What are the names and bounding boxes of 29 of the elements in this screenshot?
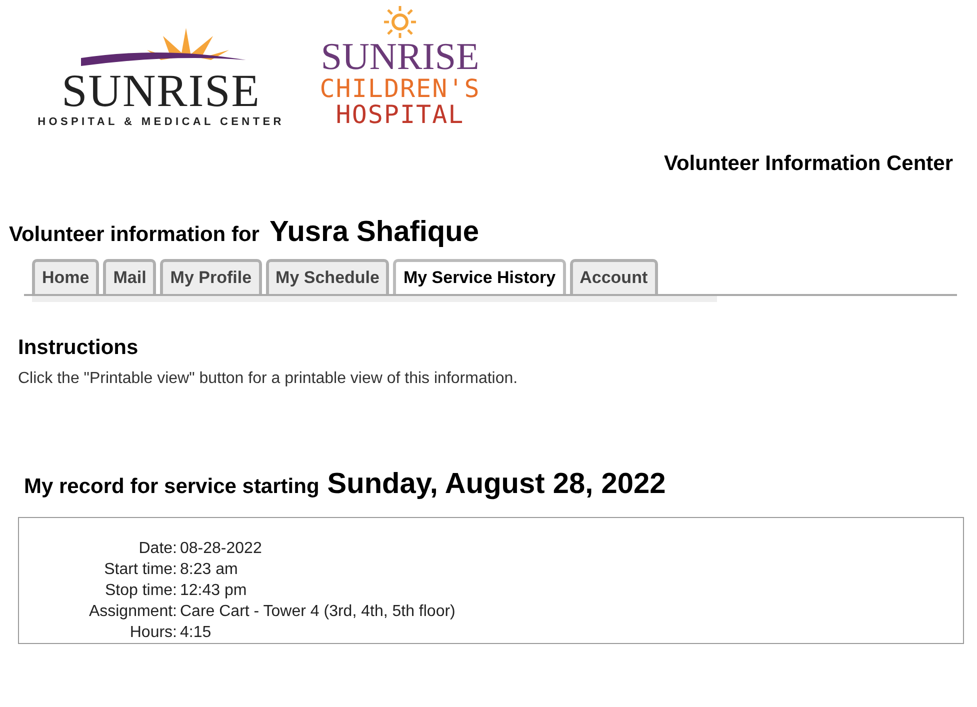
- field-value: 08-28-2022: [180, 540, 263, 558]
- tab[interactable]: My Schedule: [266, 259, 390, 294]
- tab[interactable]: Home: [32, 259, 100, 294]
- volunteer-name: Yusra Shafique: [269, 216, 479, 249]
- field-value: 12:43 pm: [180, 582, 248, 600]
- field-label: Date:: [138, 540, 177, 558]
- logo-name: SUNRISE: [320, 38, 480, 76]
- field-label: Assignment:: [88, 603, 177, 621]
- tab[interactable]: My Service History: [393, 259, 566, 294]
- site-title: Volunteer Information Center: [663, 151, 954, 176]
- logo-text: CHILDREN'S: [320, 76, 480, 102]
- logo-text: HOSPITAL: [336, 102, 464, 128]
- field-value: 8:23 am: [180, 561, 239, 579]
- record-label: My record for service starting: [24, 475, 320, 499]
- logo-subtitle: HOSPITAL & MEDICAL CENTER: [38, 116, 284, 128]
- field-label: Stop time:: [104, 582, 177, 600]
- volunteer-label: Volunteer information for: [9, 223, 260, 247]
- tab[interactable]: Mail: [103, 259, 156, 294]
- sun-icon: [382, 6, 418, 38]
- tab[interactable]: Account: [570, 259, 658, 294]
- field-value: Care Cart - Tower 4 (3rd, 4th, 5th floor): [180, 603, 456, 621]
- field-label: Start time:: [103, 561, 177, 579]
- record-date: Sunday, August 28, 2022: [327, 468, 666, 501]
- field-value: 4:15: [180, 624, 212, 642]
- field-label: Hours:: [128, 624, 177, 642]
- instructions-heading: Instructions: [18, 336, 140, 360]
- logo-name: SUNRISE: [62, 68, 260, 114]
- tab[interactable]: My Profile: [160, 259, 262, 294]
- instructions-text: Click the "Printable view" button for a printable view of this information.: [18, 370, 519, 388]
